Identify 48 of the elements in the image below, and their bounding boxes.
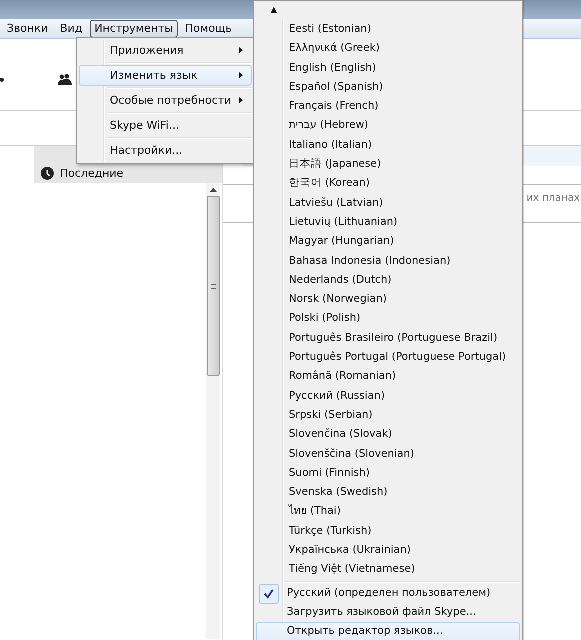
language-entry[interactable]: Eesti (Estonian) — [256, 19, 520, 38]
menu-item[interactable]: Вид — [55, 20, 88, 38]
people-icon — [58, 74, 72, 85]
language-entry[interactable]: Tiếng Việt (Vietnamese) — [256, 559, 520, 579]
clock-icon — [41, 167, 54, 180]
language-entry[interactable]: Français (French) — [256, 96, 520, 116]
language-entry[interactable]: Latviešu (Latvian) — [256, 192, 520, 212]
language-entry[interactable]: Українська (Ukrainian) — [256, 540, 520, 560]
menu-entry[interactable]: Загрузить языковой файл Skype... — [256, 602, 520, 622]
dot-icon — [0, 78, 4, 82]
language-entry[interactable]: Svenska (Swedish) — [256, 482, 520, 502]
language-entry[interactable]: English (English) — [256, 58, 520, 77]
menu-item[interactable]: Инструменты — [90, 20, 178, 38]
tab-label: Последние — [60, 167, 124, 180]
menu-entry[interactable]: Особые потребности — [79, 90, 252, 111]
language-entry[interactable]: Srpski (Serbian) — [256, 404, 520, 424]
language-entry[interactable]: Português Brasileiro (Portuguese Brazil) — [256, 328, 520, 348]
scroll-up-icon[interactable] — [210, 188, 216, 192]
language-entry[interactable]: Português Portugal (Portuguese Portugal) — [256, 347, 520, 366]
scrollbar-thumb[interactable] — [206, 196, 220, 376]
menu-entry[interactable]: Русский (определен пользователем) — [256, 584, 520, 603]
language-entry[interactable]: Slovenčina (Slovak) — [256, 424, 520, 444]
language-entry[interactable]: Русский (Russian) — [256, 386, 520, 405]
menu-entry[interactable]: Изменить язык — [79, 65, 252, 86]
language-entry[interactable]: 한국어 (Korean) — [256, 173, 520, 193]
side-text: их планах — [526, 193, 580, 204]
language-entry[interactable]: Suomi (Finnish) — [256, 462, 520, 482]
language-entry[interactable]: Lietuvių (Lithuanian) — [256, 212, 520, 232]
language-entry[interactable]: Ελληνικά (Greek) — [256, 38, 520, 58]
menu-entry[interactable]: Skype WiFi... — [79, 115, 252, 136]
menu-item[interactable]: Помощь — [180, 20, 238, 38]
menu-item[interactable]: Звонки — [2, 20, 54, 38]
language-entry[interactable]: Slovenščina (Slovenian) — [256, 444, 520, 463]
language-entry[interactable]: Magyar (Hungarian) — [256, 231, 520, 251]
scrollbar[interactable] — [206, 183, 220, 639]
language-entry[interactable]: Español (Spanish) — [256, 76, 520, 96]
language-entry[interactable]: Polski (Polish) — [256, 308, 520, 328]
language-entry[interactable]: Română (Romanian) — [256, 366, 520, 386]
language-entry[interactable]: Nederlands (Dutch) — [256, 270, 520, 290]
language-entry[interactable]: 日本語 (Japanese) — [256, 154, 520, 174]
menu-entry[interactable]: Открыть редактор языков... — [256, 622, 520, 640]
language-entry[interactable]: עברית (Hebrew) — [256, 115, 520, 135]
menu-entry[interactable]: Приложения — [79, 40, 252, 61]
language-entry[interactable]: Bahasa Indonesia (Indonesian) — [256, 250, 520, 270]
language-entry[interactable]: Norsk (Norwegian) — [256, 289, 520, 308]
language-entry[interactable]: ไทย (Thai) — [256, 501, 520, 521]
language-entry[interactable]: Italiano (Italian) — [256, 134, 520, 154]
language-entry[interactable]: Türkçe (Turkish) — [256, 520, 520, 540]
